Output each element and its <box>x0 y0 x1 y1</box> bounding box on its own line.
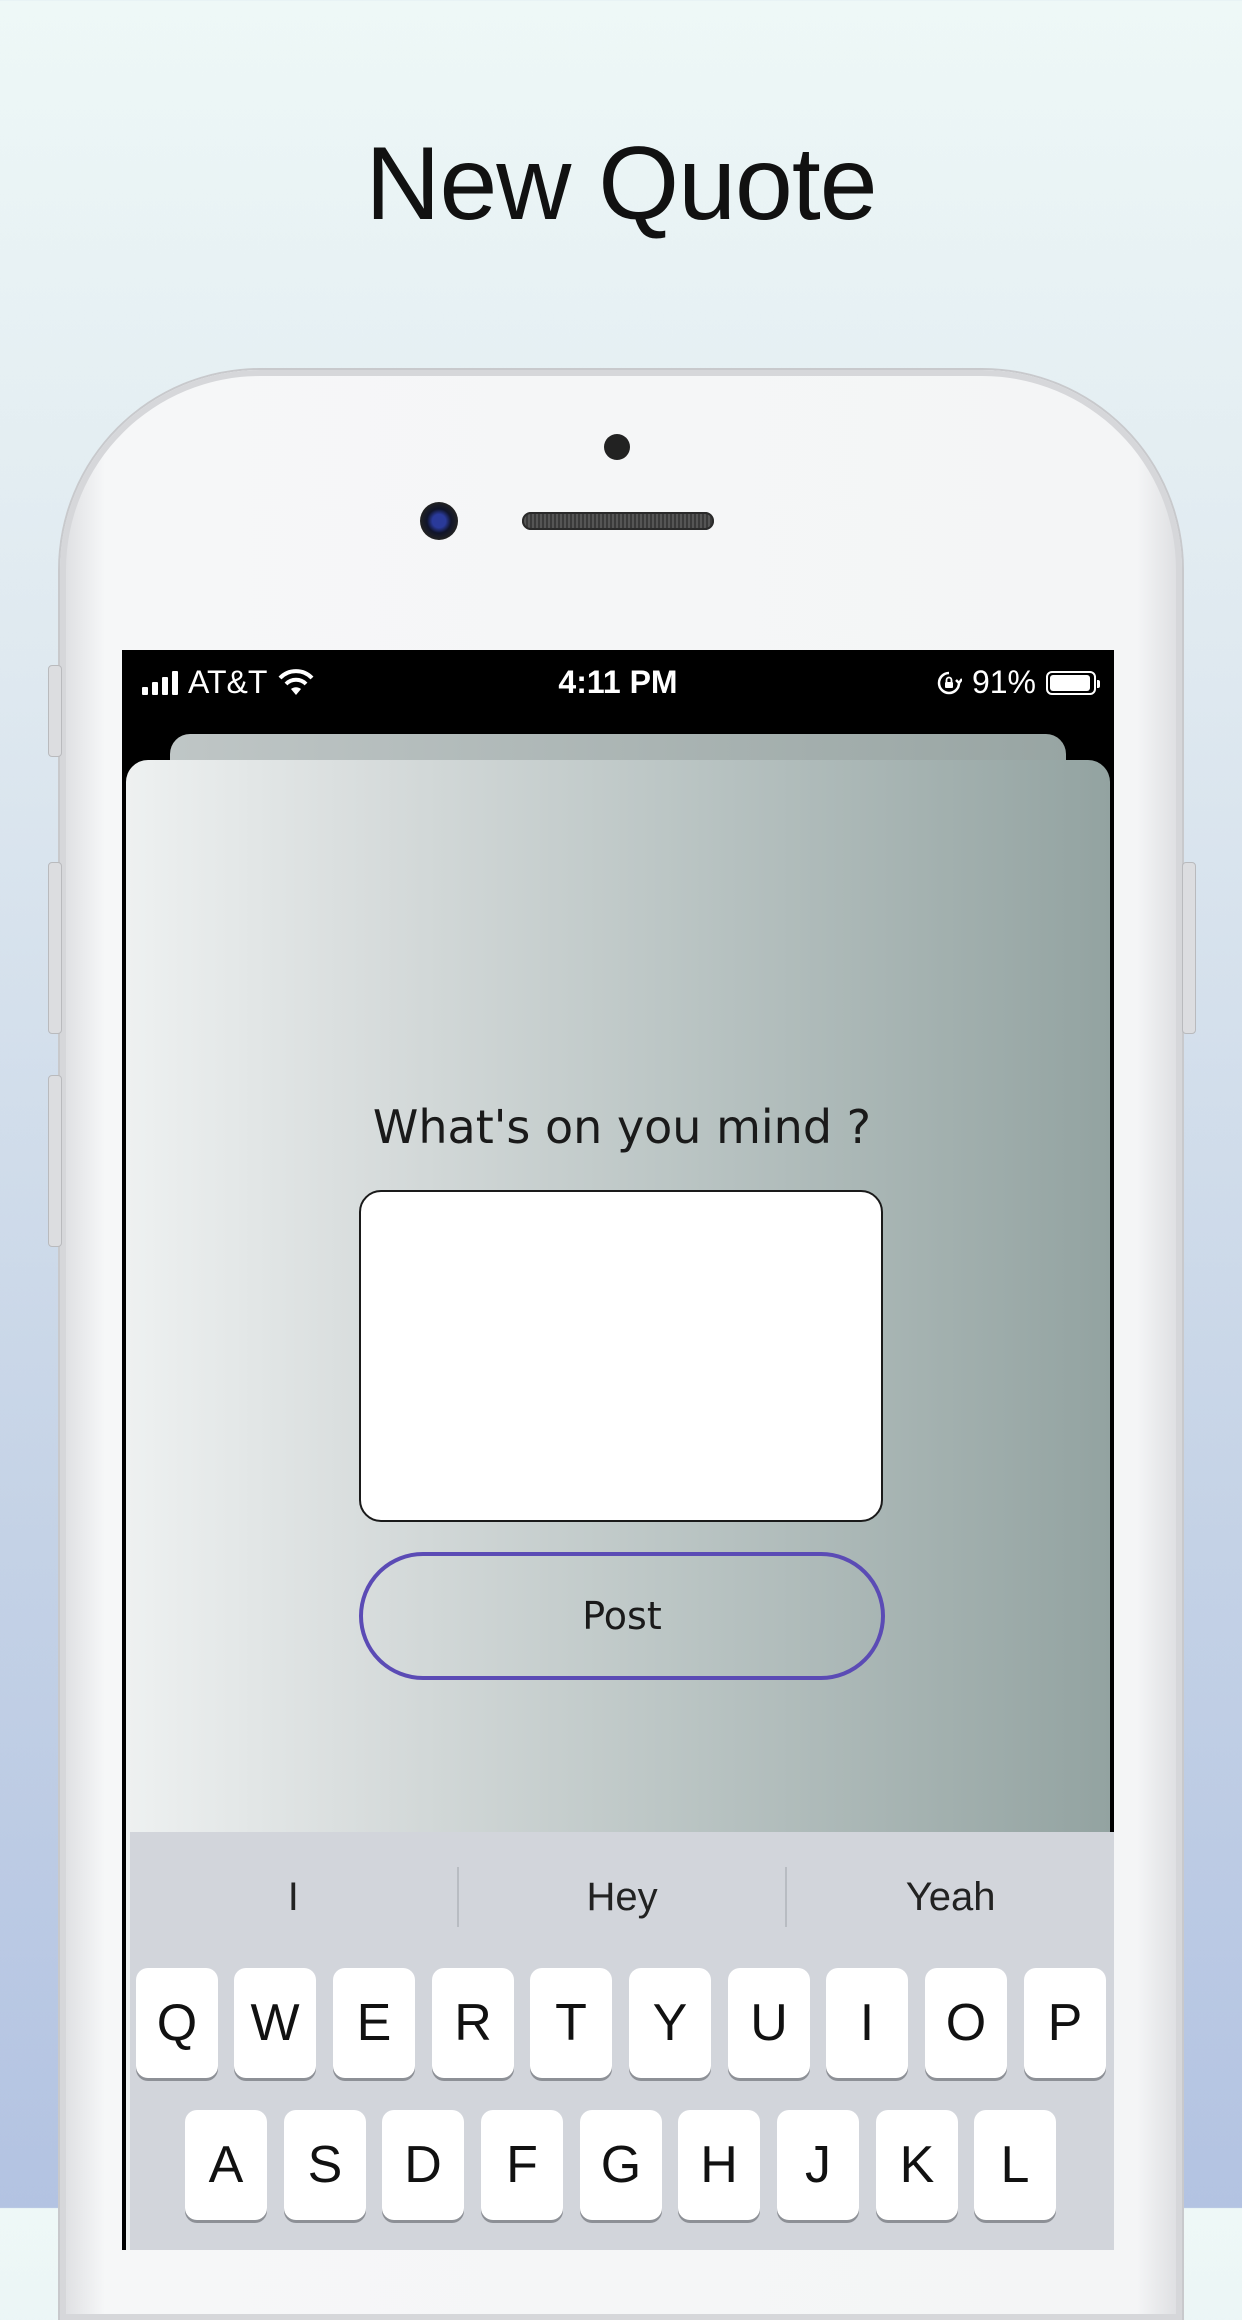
battery-percent: 91% <box>971 664 1036 700</box>
key-e[interactable]: E <box>333 1968 415 2078</box>
key-f[interactable]: F <box>481 2110 563 2220</box>
key-o[interactable]: O <box>925 1968 1007 2078</box>
post-button[interactable]: Post <box>359 1552 885 1680</box>
key-s[interactable]: S <box>284 2110 366 2220</box>
front-camera <box>420 502 458 540</box>
key-a[interactable]: A <box>185 2110 267 2220</box>
phone-volume-up <box>48 862 62 1034</box>
key-p[interactable]: P <box>1024 1968 1106 2078</box>
compose-sheet: What's on you mind ? Post I Hey Yeah Q W… <box>126 760 1114 2250</box>
phone-volume-down <box>48 1075 62 1247</box>
key-g[interactable]: G <box>580 2110 662 2220</box>
phone-mute-switch <box>48 665 62 757</box>
quote-text-input[interactable] <box>359 1190 883 1522</box>
page-headline: New Quote <box>365 126 877 242</box>
phone-power-button <box>1182 862 1196 1034</box>
compose-prompt: What's on you mind ? <box>372 1100 872 1154</box>
on-screen-keyboard: I Hey Yeah Q W E R T Y U I O P A S D F G… <box>130 1832 1114 2250</box>
suggestion-2[interactable]: Hey <box>459 1832 786 1962</box>
key-t[interactable]: T <box>530 1968 612 2078</box>
key-y[interactable]: Y <box>629 1968 711 2078</box>
suggestion-3[interactable]: Yeah <box>787 1832 1114 1962</box>
key-d[interactable]: D <box>382 2110 464 2220</box>
key-j[interactable]: J <box>777 2110 859 2220</box>
proximity-sensor <box>604 434 630 460</box>
key-q[interactable]: Q <box>136 1968 218 2078</box>
key-h[interactable]: H <box>678 2110 760 2220</box>
battery-icon <box>1046 670 1100 695</box>
predictive-bar: I Hey Yeah <box>130 1832 1114 1962</box>
key-u[interactable]: U <box>728 1968 810 2078</box>
key-l[interactable]: L <box>974 2110 1056 2220</box>
key-i[interactable]: I <box>826 1968 908 2078</box>
status-bar: AT&T 4:11 PM 91% <box>122 650 1114 712</box>
rotation-lock-icon <box>937 671 962 694</box>
suggestion-1[interactable]: I <box>130 1832 457 1962</box>
phone-screen: AT&T 4:11 PM 91% What's on you mind ? Po… <box>122 650 1114 2250</box>
earpiece-speaker <box>522 512 714 530</box>
key-k[interactable]: K <box>876 2110 958 2220</box>
key-w[interactable]: W <box>234 1968 316 2078</box>
key-r[interactable]: R <box>432 1968 514 2078</box>
